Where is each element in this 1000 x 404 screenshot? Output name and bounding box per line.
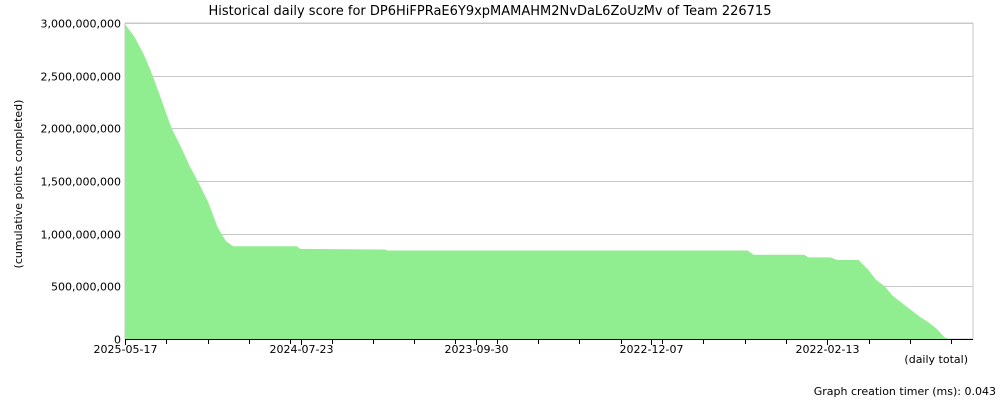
x-tick-label: 2024-07-23 (270, 343, 334, 356)
score-history-chart: 0500,000,0001,000,000,0001,500,000,0002,… (12, 4, 974, 366)
chart-title: Historical daily score for DP6HiFPRaE6Y9… (209, 4, 772, 19)
x-tick-label: 2022-12-07 (620, 343, 684, 356)
graph-timer-text: Graph creation timer (ms): 0.043 (813, 385, 996, 398)
chart-container: 0 500,000,000 1,000,000,000 1,500,000,000 2,… (0, 0, 1000, 400)
x-tick-label: 2022-02-13 (796, 343, 860, 356)
x-tick-label: 2025-05-17 (94, 343, 158, 356)
y-tick-label: 500,000,000 (51, 281, 121, 294)
y-tick-label: 3,000,000,000 (41, 18, 121, 31)
x-axis-label: (daily total) (904, 353, 968, 366)
y-tick-label: 1,500,000,000 (41, 176, 121, 189)
y-tick-label: 1,000,000,000 (41, 229, 121, 242)
y-axis-label: (cumulative points completed) (12, 100, 25, 269)
x-tick-label: 2023-09-30 (445, 343, 509, 356)
y-tick-label: 2,000,000,000 (41, 123, 121, 136)
y-tick-label: 2,500,000,000 (41, 71, 121, 84)
